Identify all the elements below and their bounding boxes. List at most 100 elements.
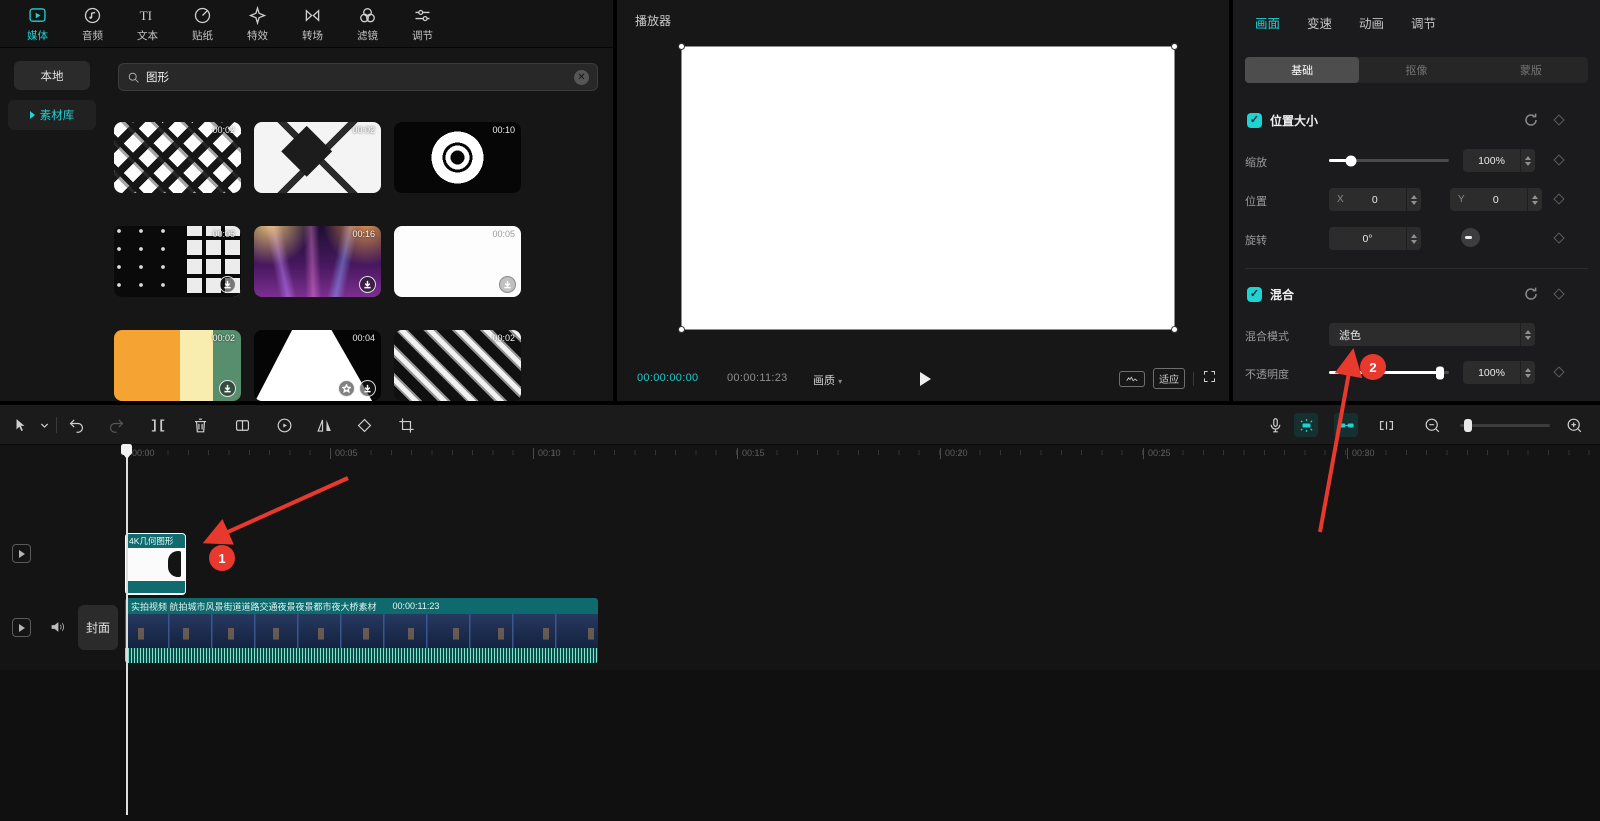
tab-animation[interactable]: 动画 xyxy=(1359,13,1384,32)
select-tool-dropdown[interactable] xyxy=(32,413,56,437)
library-thumbnail[interactable]: 00:02 xyxy=(114,122,241,193)
keyframe-diamond-icon[interactable] xyxy=(1553,366,1564,377)
linkage-toggle[interactable] xyxy=(1334,413,1358,437)
toolbar-item-text[interactable]: TI 文本 xyxy=(120,5,175,43)
download-icon[interactable] xyxy=(219,380,236,397)
rotate-button[interactable] xyxy=(352,413,376,437)
download-icon[interactable] xyxy=(219,276,236,293)
keyframe-diamond-icon[interactable] xyxy=(1553,193,1564,204)
stepper[interactable] xyxy=(1520,149,1535,172)
keyframe-diamond-icon[interactable] xyxy=(1553,288,1564,299)
star-icon[interactable] xyxy=(338,380,355,397)
keyframe-diamond-icon[interactable] xyxy=(1553,232,1564,243)
blend-checkbox[interactable]: ✓ xyxy=(1247,287,1262,302)
stepper[interactable] xyxy=(1520,361,1535,384)
library-thumbnail[interactable]: 00:10 xyxy=(394,122,521,193)
record-voiceover-button[interactable] xyxy=(1263,413,1287,437)
subtab-basic[interactable]: 基础 xyxy=(1245,57,1359,83)
clear-search-icon[interactable]: ✕ xyxy=(574,70,589,85)
download-icon[interactable] xyxy=(359,276,376,293)
rotate-value-field[interactable]: 0° xyxy=(1329,227,1421,250)
crop-button[interactable] xyxy=(394,413,418,437)
reset-icon[interactable] xyxy=(1523,286,1539,302)
reset-icon[interactable] xyxy=(1523,112,1539,128)
position-y-field[interactable]: Y 0 xyxy=(1450,188,1542,211)
main-video-clip[interactable]: 实拍视频 航拍城市风景街道道路交通夜景夜景都市夜大桥素材 00:00:11:23 xyxy=(125,598,598,663)
opacity-value-field[interactable]: 100% xyxy=(1463,361,1535,384)
delete-button[interactable] xyxy=(188,413,212,437)
auto-snap-toggle[interactable] xyxy=(1294,413,1318,437)
library-thumbnail[interactable]: 00:05 xyxy=(394,226,521,297)
stepper[interactable] xyxy=(1406,188,1421,211)
preview-canvas[interactable] xyxy=(681,46,1175,330)
toolbar-item-adjust[interactable]: 调节 xyxy=(395,5,450,43)
opacity-slider[interactable] xyxy=(1329,371,1449,374)
blend-mode-dropdown[interactable]: 滤色 xyxy=(1329,323,1535,346)
toolbar-item-media[interactable]: 媒体 xyxy=(10,5,65,43)
overlay-track-toggle[interactable] xyxy=(12,544,31,563)
stepper[interactable] xyxy=(1520,323,1535,346)
split-button[interactable]: ][ xyxy=(146,413,170,437)
scale-slider[interactable] xyxy=(1329,159,1449,162)
playhead[interactable] xyxy=(121,444,132,455)
zoom-in-button[interactable] xyxy=(1562,413,1586,437)
preview-axis-toggle[interactable] xyxy=(1374,413,1398,437)
canvas-handle[interactable] xyxy=(678,326,685,333)
tab-speed[interactable]: 变速 xyxy=(1307,13,1332,32)
canvas-handle[interactable] xyxy=(1171,43,1178,50)
library-thumbnail[interactable]: 00:02 xyxy=(254,122,381,193)
download-icon[interactable] xyxy=(359,380,376,397)
slider-thumb[interactable] xyxy=(1436,366,1444,379)
subtab-chroma[interactable]: 抠像 xyxy=(1359,57,1473,83)
tab-picture[interactable]: 画面 xyxy=(1255,13,1280,32)
library-thumbnail[interactable]: 00:04 xyxy=(254,330,381,401)
keyframe-diamond-icon[interactable] xyxy=(1553,154,1564,165)
timeline-ruler[interactable]: 00:00 00:05 00:10 00:15 00:20 00:25 00:3… xyxy=(0,445,1600,463)
quality-dropdown[interactable]: 画质 ▾ xyxy=(813,372,842,388)
cover-button[interactable]: 封面 xyxy=(78,605,118,650)
freeze-frame-button[interactable] xyxy=(230,413,254,437)
preview-quality-icon-button[interactable] xyxy=(1119,371,1145,387)
search-input[interactable] xyxy=(146,71,568,83)
stepper[interactable] xyxy=(1406,227,1421,250)
slider-thumb[interactable] xyxy=(1464,419,1472,432)
material-library-item[interactable]: 素材库 xyxy=(8,100,96,130)
library-thumbnail[interactable]: 00:02 xyxy=(114,330,241,401)
section-title: 混合 xyxy=(1270,286,1294,303)
scale-value-field[interactable]: 100% xyxy=(1463,149,1535,172)
toolbar-item-transition[interactable]: 转场 xyxy=(285,5,340,43)
subtab-mask[interactable]: 蒙版 xyxy=(1474,57,1588,83)
mirror-button[interactable] xyxy=(312,413,336,437)
download-icon[interactable] xyxy=(499,276,516,293)
inspector-subtabs: 基础 抠像 蒙版 xyxy=(1245,57,1588,83)
reverse-button[interactable] xyxy=(272,413,296,437)
overlay-clip-4k-geometric[interactable]: 4K几何图形 xyxy=(125,533,186,595)
rotation-dial[interactable] xyxy=(1461,228,1480,247)
toolbar-item-effects[interactable]: 特效 xyxy=(230,5,285,43)
library-thumbnail[interactable]: 00:05 xyxy=(114,226,241,297)
local-media-button[interactable]: 本地 xyxy=(14,61,90,90)
keyframe-diamond-icon[interactable] xyxy=(1553,114,1564,125)
library-thumbnail[interactable]: 00:16 xyxy=(254,226,381,297)
slider-thumb[interactable] xyxy=(1346,155,1357,166)
select-tool-button[interactable] xyxy=(8,413,32,437)
play-button[interactable] xyxy=(913,367,937,391)
main-track-toggle[interactable] xyxy=(12,618,31,637)
fit-button[interactable]: 适应 xyxy=(1153,368,1185,389)
toolbar-item-filter[interactable]: 滤镜 xyxy=(340,5,395,43)
position-size-checkbox[interactable]: ✓ xyxy=(1247,113,1262,128)
redo-button[interactable] xyxy=(104,413,128,437)
zoom-out-button[interactable] xyxy=(1420,413,1444,437)
toolbar-item-audio[interactable]: 音频 xyxy=(65,5,120,43)
position-x-field[interactable]: X 0 xyxy=(1329,188,1421,211)
track-audio-icon[interactable] xyxy=(49,618,67,636)
library-thumbnail[interactable]: 00:02 xyxy=(394,330,521,401)
canvas-handle[interactable] xyxy=(1171,326,1178,333)
toolbar-item-sticker[interactable]: 贴纸 xyxy=(175,5,230,43)
stepper[interactable] xyxy=(1527,188,1542,211)
tab-adjust[interactable]: 调节 xyxy=(1411,13,1436,32)
undo-button[interactable] xyxy=(64,413,88,437)
canvas-handle[interactable] xyxy=(678,43,685,50)
timeline-zoom-slider[interactable] xyxy=(1460,424,1550,427)
fullscreen-button[interactable] xyxy=(1202,369,1217,389)
